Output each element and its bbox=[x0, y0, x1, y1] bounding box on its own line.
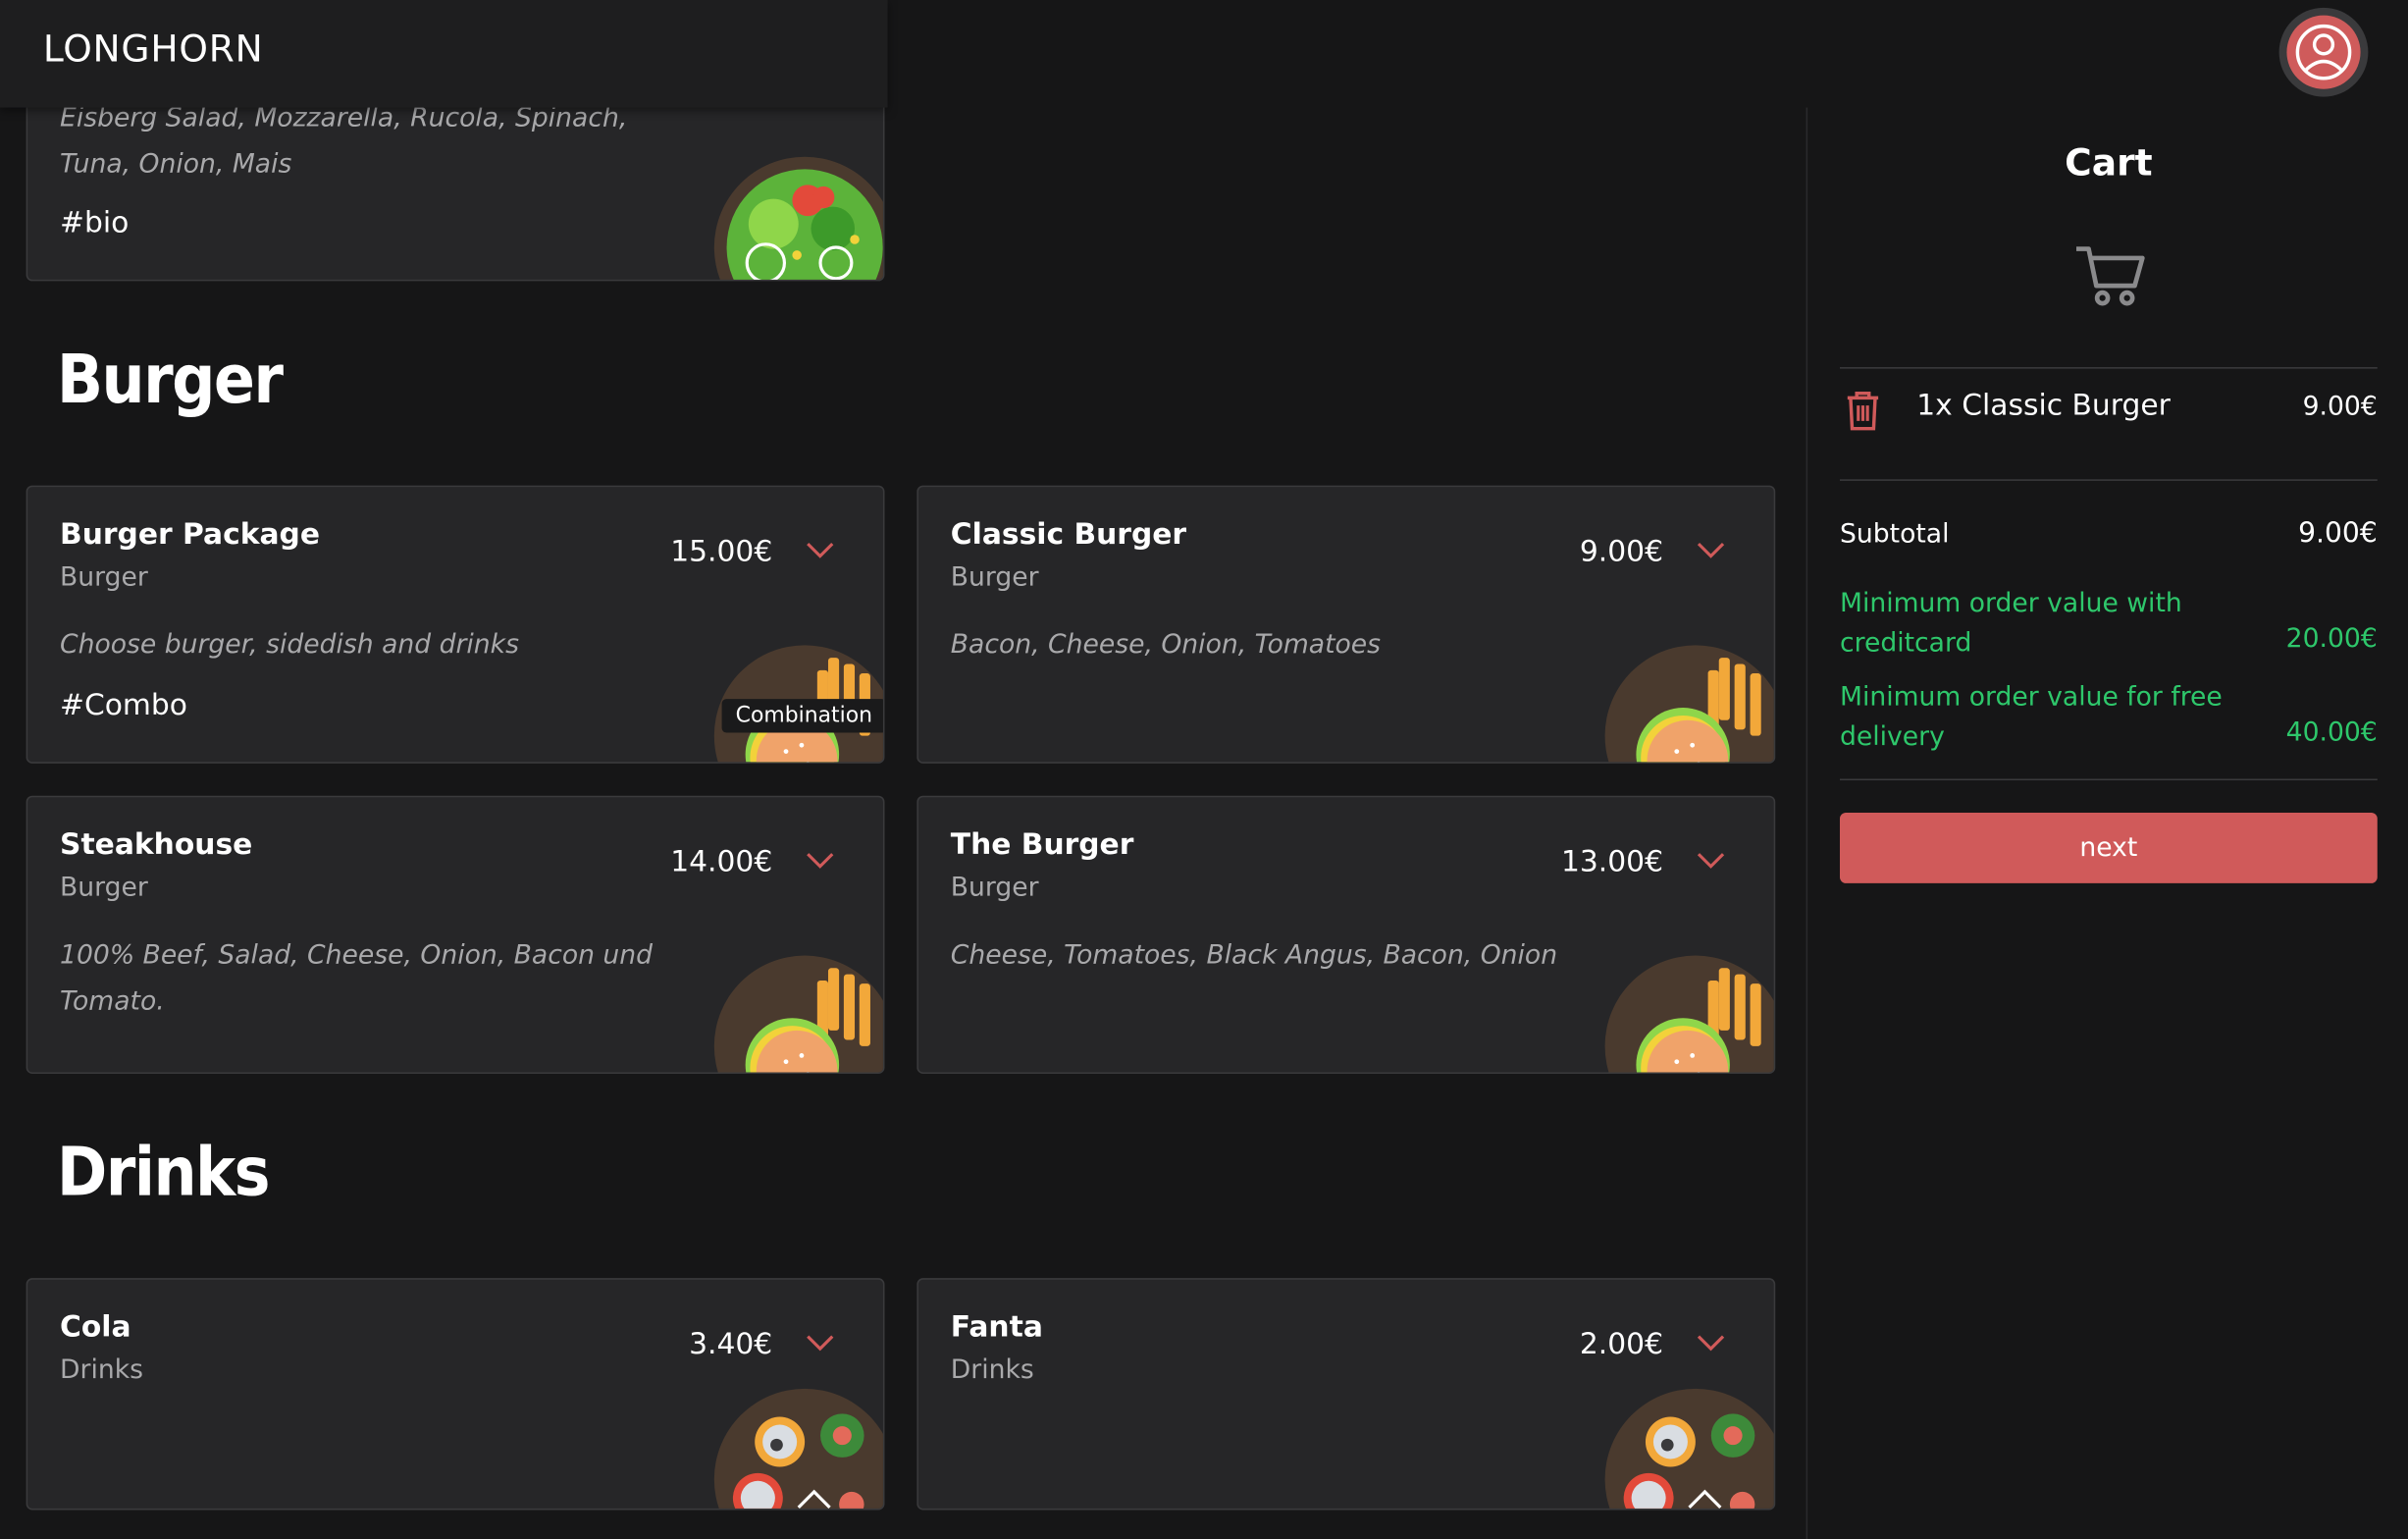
product-price: 15.00€ bbox=[670, 534, 773, 569]
product-description-line: Tomato. bbox=[60, 985, 165, 1018]
section-title-burger: Burger bbox=[56, 341, 284, 420]
product-tag: #bio bbox=[60, 205, 130, 240]
burger-fries-image bbox=[1604, 645, 1774, 763]
user-icon bbox=[2286, 15, 2361, 89]
product-price: 2.00€ bbox=[1579, 1327, 1664, 1361]
cart-title: Cart bbox=[2065, 140, 2153, 185]
salad-image bbox=[713, 156, 883, 280]
product-price: 13.00€ bbox=[1560, 844, 1664, 879]
chevron-down-icon[interactable] bbox=[805, 850, 835, 872]
chevron-down-icon[interactable] bbox=[1696, 539, 1726, 560]
product-price: 14.00€ bbox=[670, 844, 773, 879]
product-tag: #Combo bbox=[60, 688, 187, 722]
combination-badge: Combination bbox=[721, 699, 883, 733]
product-price: 3.40€ bbox=[689, 1327, 773, 1361]
drinks-image bbox=[713, 1388, 883, 1509]
product-name: Cola bbox=[60, 1310, 131, 1345]
product-name: Steakhouse bbox=[60, 827, 253, 863]
min-order-free-delivery-label: Minimum order value for free delivery bbox=[1839, 681, 2223, 753]
min-order-creditcard-value: 20.00€ bbox=[2285, 623, 2378, 655]
product-card-the-burger[interactable]: The Burger Burger 13.00€ Cheese, Tomatoe… bbox=[916, 795, 1776, 1075]
product-name: Burger Package bbox=[60, 517, 321, 552]
trash-icon[interactable] bbox=[1843, 389, 1883, 432]
cart-divider bbox=[1806, 107, 1808, 1539]
drinks-image bbox=[1604, 1388, 1774, 1509]
product-card-burger-package[interactable]: Burger Package Burger 15.00€ Choose burg… bbox=[26, 485, 885, 764]
chevron-down-icon[interactable] bbox=[1696, 1332, 1726, 1353]
product-category: Burger bbox=[950, 561, 1039, 594]
product-category: Burger bbox=[60, 561, 148, 594]
logo[interactable]: LONGHORN bbox=[43, 27, 264, 71]
product-description-line: Tuna, Onion, Mais bbox=[60, 148, 292, 181]
product-category: Burger bbox=[950, 872, 1039, 904]
cart-item-label: 1x Classic Burger bbox=[1916, 388, 2171, 423]
product-description: Choose burger, sidedish and drinks bbox=[60, 629, 519, 661]
product-description: Bacon, Cheese, Onion, Tomatoes bbox=[950, 629, 1382, 661]
min-order-creditcard-label: Minimum order value with creditcard bbox=[1839, 588, 2182, 660]
product-card-cola[interactable]: Cola Drinks 3.40€ bbox=[26, 1278, 885, 1511]
product-card-classic-burger[interactable]: Classic Burger Burger 9.00€ Bacon, Chees… bbox=[916, 485, 1776, 764]
cart-divider bbox=[1839, 367, 2378, 369]
app-root: LONGHORN Eisberg Salad, Mozzarella, Ruco… bbox=[0, 0, 2408, 1539]
cart-divider bbox=[1839, 479, 2378, 481]
section-title-drinks: Drinks bbox=[56, 1134, 271, 1212]
min-order-free-delivery-value: 40.00€ bbox=[2285, 716, 2378, 749]
product-name: Classic Burger bbox=[950, 517, 1187, 552]
product-description: Cheese, Tomatoes, Black Angus, Bacon, On… bbox=[950, 939, 1558, 972]
chevron-down-icon[interactable] bbox=[805, 1332, 835, 1353]
burger-fries-image bbox=[713, 955, 883, 1073]
product-card-fanta[interactable]: Fanta Drinks 2.00€ bbox=[916, 1278, 1776, 1511]
product-card-steakhouse[interactable]: Steakhouse Burger 14.00€ 100% Beef, Sala… bbox=[26, 795, 885, 1075]
burger-fries-image bbox=[1604, 955, 1774, 1073]
product-price: 9.00€ bbox=[1579, 534, 1664, 569]
subtotal-label: Subtotal bbox=[1839, 519, 1950, 551]
user-avatar-button[interactable] bbox=[2278, 7, 2369, 97]
product-category: Burger bbox=[60, 872, 148, 904]
cart-item-price: 9.00€ bbox=[2302, 392, 2378, 423]
product-name: Fanta bbox=[950, 1310, 1043, 1345]
product-category: Drinks bbox=[950, 1354, 1034, 1386]
chevron-down-icon[interactable] bbox=[805, 539, 835, 560]
product-category: Drinks bbox=[60, 1354, 143, 1386]
product-name: The Burger bbox=[950, 827, 1134, 863]
chevron-down-icon[interactable] bbox=[1696, 850, 1726, 872]
next-button[interactable]: next bbox=[1839, 812, 2378, 883]
cart-icon bbox=[2076, 246, 2145, 306]
product-description-line: 100% Beef, Salad, Cheese, Onion, Bacon u… bbox=[60, 939, 654, 972]
subtotal-value: 9.00€ bbox=[2298, 517, 2378, 551]
top-bar: LONGHORN bbox=[0, 0, 2408, 108]
cart-divider bbox=[1839, 778, 2378, 781]
